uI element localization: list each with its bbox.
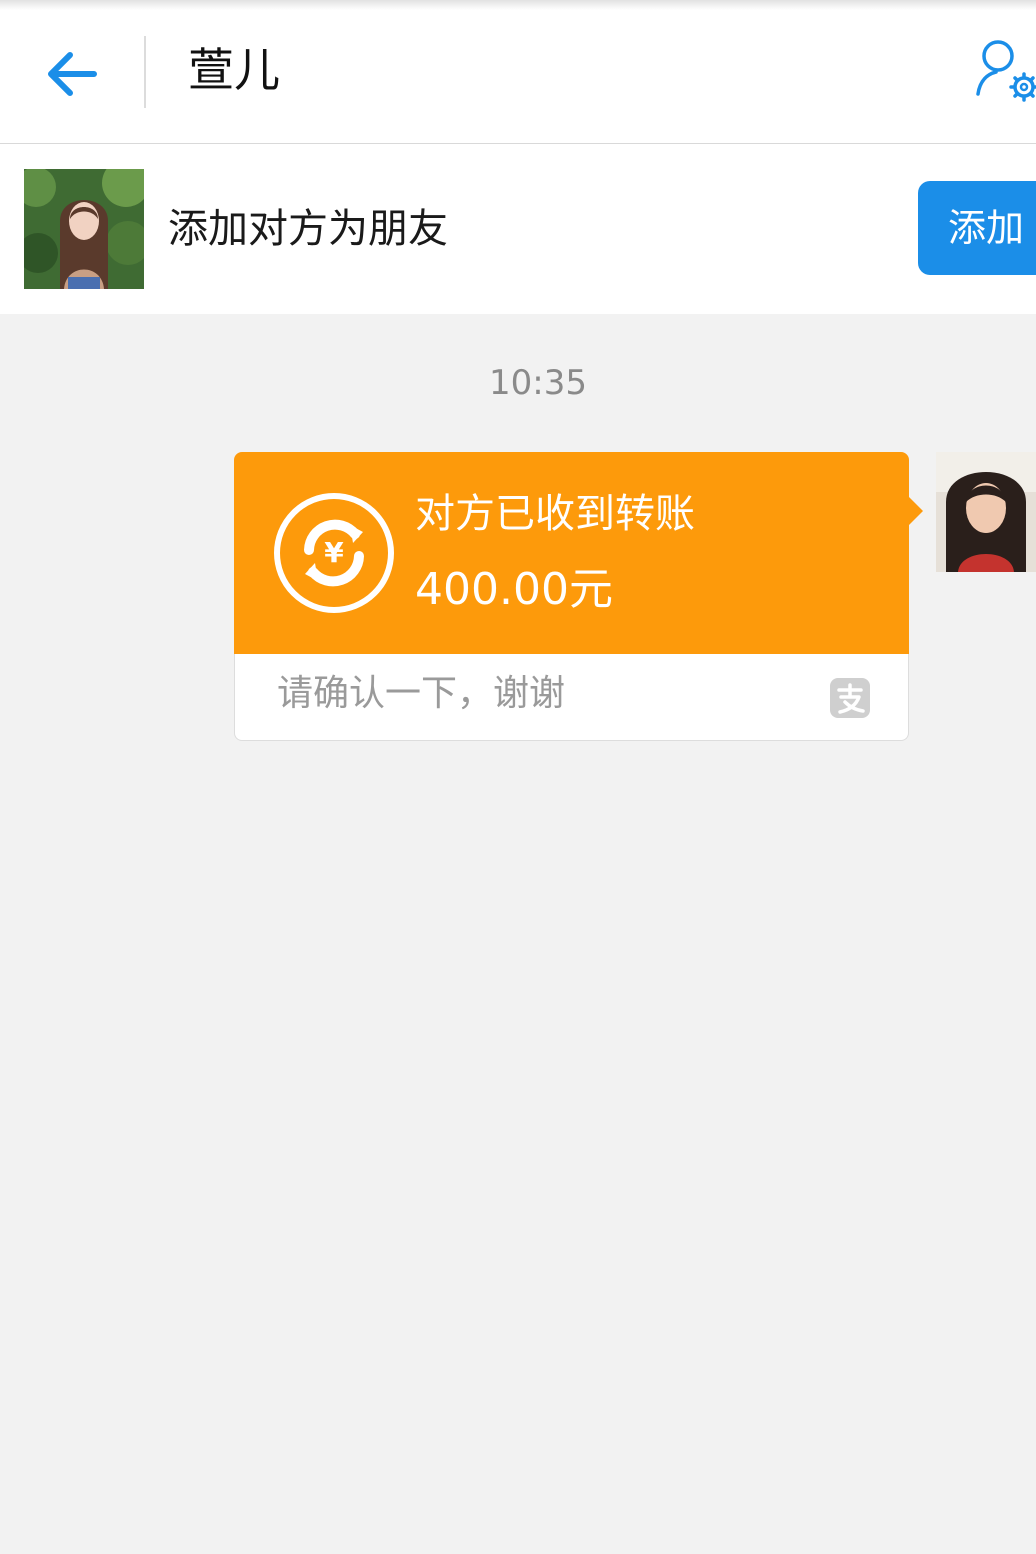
contact-avatar[interactable] [24, 169, 144, 289]
message-timestamp: 10:35 [489, 363, 587, 403]
profile-settings-button[interactable] [968, 36, 1036, 108]
user-settings-icon [976, 40, 1036, 102]
alipay-logo-icon [830, 678, 870, 718]
transfer-amount: 400.00元 [415, 564, 613, 615]
add-friend-banner: 添加对方为朋友 添加 [0, 144, 1036, 314]
transfer-status: 对方已收到转账 [415, 491, 695, 537]
svg-text:¥: ¥ [324, 536, 344, 569]
add-friend-button[interactable]: 添加 [918, 181, 1036, 275]
back-button[interactable] [38, 40, 106, 108]
add-friend-prompt: 添加对方为朋友 [168, 206, 448, 252]
chat-title: 萱儿 [188, 43, 280, 97]
transfer-card-footer: 请确认一下，谢谢 [234, 654, 909, 741]
header-divider [144, 36, 146, 108]
transfer-card-header: ¥ 对方已收到转账 400.00元 [234, 452, 909, 654]
self-avatar[interactable] [936, 452, 1036, 572]
transfer-message-card[interactable]: ¥ 对方已收到转账 400.00元 请确认一下，谢谢 [234, 452, 923, 741]
arrow-left-icon [48, 52, 97, 96]
transfer-note: 请确认一下，谢谢 [277, 673, 566, 714]
top-navigation-bar: 萱儿 [0, 0, 1036, 144]
yuan-refresh-icon: ¥ [273, 492, 395, 614]
bubble-tail [909, 497, 923, 525]
